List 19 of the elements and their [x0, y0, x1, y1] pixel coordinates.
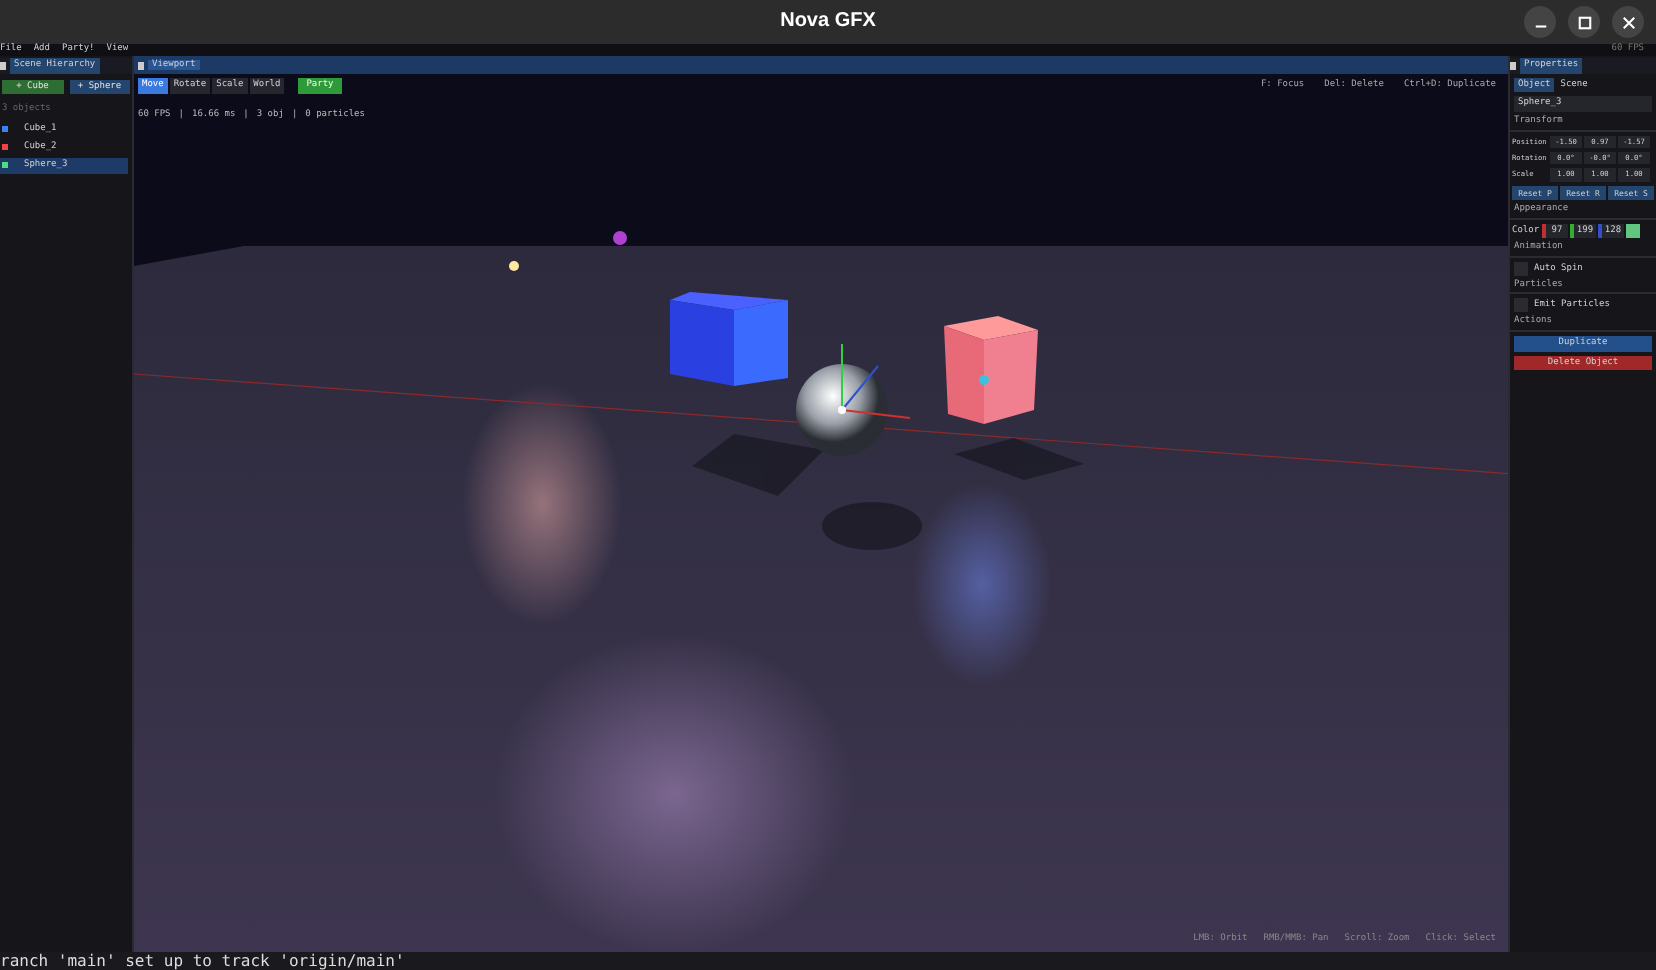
- maximize-button[interactable]: [1568, 6, 1600, 38]
- transform-gizmo-drawing: [838, 343, 911, 419]
- terminal-text: ranch 'main' set up to track 'origin/main': [0, 951, 405, 970]
- cube-drawing: [670, 292, 788, 386]
- panel-menu-icon[interactable]: [0, 61, 6, 70]
- window-title: Nova GFX: [780, 9, 876, 35]
- sphere-drawing: [796, 364, 888, 456]
- light-drawing: [509, 261, 519, 271]
- close-button[interactable]: [1612, 6, 1644, 38]
- maximize-icon: [1577, 15, 1591, 29]
- panel-menu-icon[interactable]: [138, 61, 144, 69]
- close-icon: [1621, 15, 1635, 29]
- checkbox[interactable]: [1514, 261, 1528, 276]
- minimize-button[interactable]: [1524, 6, 1556, 38]
- panel-menu-icon[interactable]: [1510, 61, 1516, 70]
- color-swatch[interactable]: [1626, 223, 1640, 238]
- light-drawing: [613, 231, 627, 245]
- light-drawing: [979, 375, 989, 385]
- cube-drawing: [944, 316, 1038, 424]
